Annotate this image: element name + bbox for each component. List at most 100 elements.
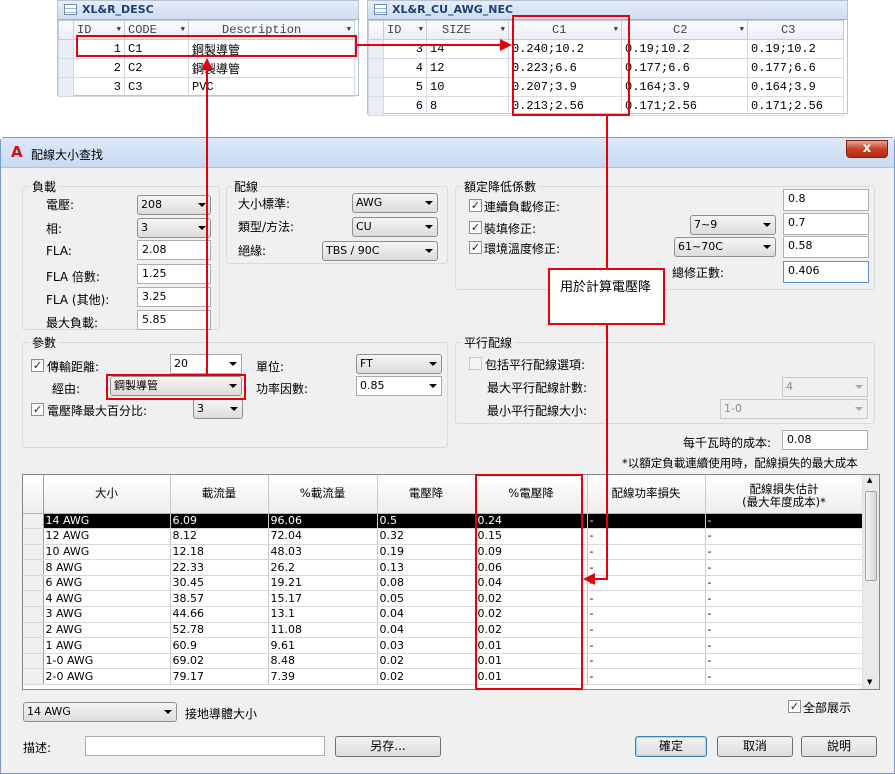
unit-label: 單位: [256,360,285,374]
grid-col-pct-ampacity[interactable]: %載流量 [268,475,378,514]
fill-field[interactable]: 0.7 [783,213,869,235]
row-header[interactable] [23,559,44,576]
insulation-select[interactable]: TBS / 90C [322,241,438,261]
desc-col-description[interactable]: Description ▼ [188,20,355,40]
awg-col-size[interactable]: SIZE ▼ [426,20,509,40]
dropdown-arrow-icon [763,245,771,249]
cancel-button[interactable]: 取消 [717,736,793,757]
grid-cell: - [705,544,864,561]
continuous-label: 連續負載修正: [484,200,561,214]
cost-field[interactable]: 0.08 [782,430,868,450]
row-header[interactable] [23,528,44,545]
table-row[interactable]: 14 AWG 6.09 96.06 0.5 0.24- - [23,513,864,530]
grid-cell: 0.04 [475,575,588,592]
grid-col-power-loss[interactable]: 配線功率損失 [587,475,706,514]
table-row[interactable]: 4 AWG 38.57 15.17 0.05 0.02- - [23,590,864,608]
table-row[interactable]: 3 14 0.240;10.2 0.19;10.2 0.19;10.2 [368,39,844,59]
grid-cell: 0.15 [475,528,588,545]
temp-field[interactable]: 0.58 [783,236,869,258]
grid-col-loss-cost[interactable]: 配線損失估計 (最大年度成本)* [705,475,864,514]
continuous-load-checkbox[interactable]: ✓ [469,199,482,212]
autocad-logo-icon: A [11,143,23,161]
table-row[interactable]: 8 AWG 22.33 26.2 0.13 0.06- - [23,559,864,576]
max-vd-checkbox[interactable]: ✓ [31,403,44,416]
route-select[interactable]: 鋼製導管 [110,376,242,396]
table-row[interactable]: 10 AWG 12.18 48.03 0.19 0.09- - [23,544,864,561]
continuous-field[interactable]: 0.8 [783,189,869,211]
row-header[interactable] [23,637,44,654]
table-row[interactable]: 3 AWG 44.66 13.1 0.04 0.02- - [23,606,864,623]
row-header[interactable] [23,590,44,608]
awg-table: ID ▼ SIZE ▼ C1 ▼ C2 ▼ C3 3 14 0.240;10.2 0.19;1… [368,20,844,116]
fill-correction-checkbox[interactable]: ✓ [469,221,482,234]
desc-table-title: XL&R_DESC [58,1,358,20]
table-row[interactable]: 6 AWG 30.45 19.21 0.08 0.04- - [23,575,864,592]
table-row[interactable]: 5 10 0.207;3.9 0.164;3.9 0.164;3.9 [368,77,844,97]
grid-scrollbar[interactable]: ▲ ▼ [862,475,879,689]
parallel-min-size-select[interactable]: 1-0 [720,399,868,419]
grid-col-size[interactable]: 大小 [43,475,171,514]
max-vd-select[interactable]: 3 [193,399,243,419]
desc-col-code[interactable]: CODE ▼ [124,20,189,40]
row-header[interactable] [23,668,44,686]
grid-cell: - [587,622,706,639]
description-field[interactable] [85,736,325,756]
type-method-select[interactable]: CU [352,217,438,237]
row-header[interactable] [23,606,44,623]
table-row[interactable]: 1 C1 鋼製導管 [58,39,355,59]
table-row[interactable]: 2-0 AWG 79.17 7.39 0.02 0.01- - [23,668,864,686]
row-header[interactable] [23,622,44,639]
grid-col-ampacity[interactable]: 載流量 [170,475,269,514]
save-as-button[interactable]: 另存... [335,736,441,757]
awg-col-id[interactable]: ID ▼ [383,20,427,40]
ground-size-select[interactable]: 14 AWG [23,702,177,722]
table-row[interactable]: 12 AWG 8.12 72.04 0.32 0.15- - [23,528,864,545]
voltage-select[interactable]: 208 [137,195,211,215]
fill-correction-select[interactable]: 7~9 [690,215,776,235]
awg-col-c1[interactable]: C1 ▼ [508,20,622,40]
table-row[interactable]: 2 AWG 52.78 11.08 0.04 0.02- - [23,622,864,639]
fla-mult-field[interactable]: 1.25 [137,264,211,284]
show-all-checkbox[interactable]: ✓ [788,700,801,713]
close-button[interactable]: x [846,140,888,158]
ok-button[interactable]: 確定 [635,736,707,757]
grid-cell: 0.09 [475,544,588,561]
results-grid[interactable]: 大小 載流量 %載流量 電壓降 %電壓降 配線功率損失 配線損失估計 (最大年度… [22,474,880,690]
grid-cell: 8.48 [268,653,378,670]
size-standard-select[interactable]: AWG [352,193,438,213]
total-correction-field[interactable]: 0.406 [783,261,869,283]
distance-checkbox[interactable]: ✓ [31,359,44,372]
awg-col-c3[interactable]: C3 [747,20,844,40]
max-load-field[interactable]: 5.85 [137,310,211,330]
row-header[interactable] [23,544,44,561]
unit-select[interactable]: FT [356,354,442,374]
awg-col-c2[interactable]: C2 ▼ [621,20,748,40]
fla-field[interactable]: 2.08 [137,240,211,260]
grid-cell: 0.01 [475,653,588,670]
power-factor-select[interactable]: 0.85 [356,376,442,396]
dropdown-arrow-icon: ▼ [739,26,744,34]
grid-col-pct-vd[interactable]: %電壓降 [475,475,588,514]
table-row[interactable]: 1-0 AWG 69.02 8.48 0.02 0.01- - [23,653,864,670]
checkbox-check-icon: ✓ [470,199,481,212]
row-header[interactable] [23,575,44,592]
phase-select[interactable]: 3 [137,218,211,238]
help-button[interactable]: 說明 [801,736,877,757]
grid-cell: 38.57 [170,590,269,608]
temp-correction-select[interactable]: 61~70C [674,237,776,257]
parallel-checkbox[interactable] [469,357,482,370]
row-header[interactable] [23,513,44,530]
dropdown-arrow-icon [763,223,771,227]
row-header[interactable] [23,653,44,670]
fla-other-field[interactable]: 3.25 [137,287,211,307]
dropdown-arrow-icon [425,249,433,253]
parallel-max-count-select[interactable]: 4 [782,377,868,397]
temp-correction-checkbox[interactable]: ✓ [469,241,482,254]
table-row[interactable]: 1 AWG 60.9 9.61 0.03 0.01- - [23,637,864,654]
table-row[interactable]: 4 12 0.223;6.6 0.177;6.6 0.177;6.6 [368,58,844,78]
grid-cell: 13.1 [268,606,378,623]
grid-col-vd[interactable]: 電壓降 [377,475,476,514]
desc-col-id[interactable]: ID ▼ [73,20,125,40]
table-row[interactable]: 6 8 0.213;2.56 0.171;2.56 0.171;2.56 [368,96,844,116]
arrow-head [500,39,512,51]
